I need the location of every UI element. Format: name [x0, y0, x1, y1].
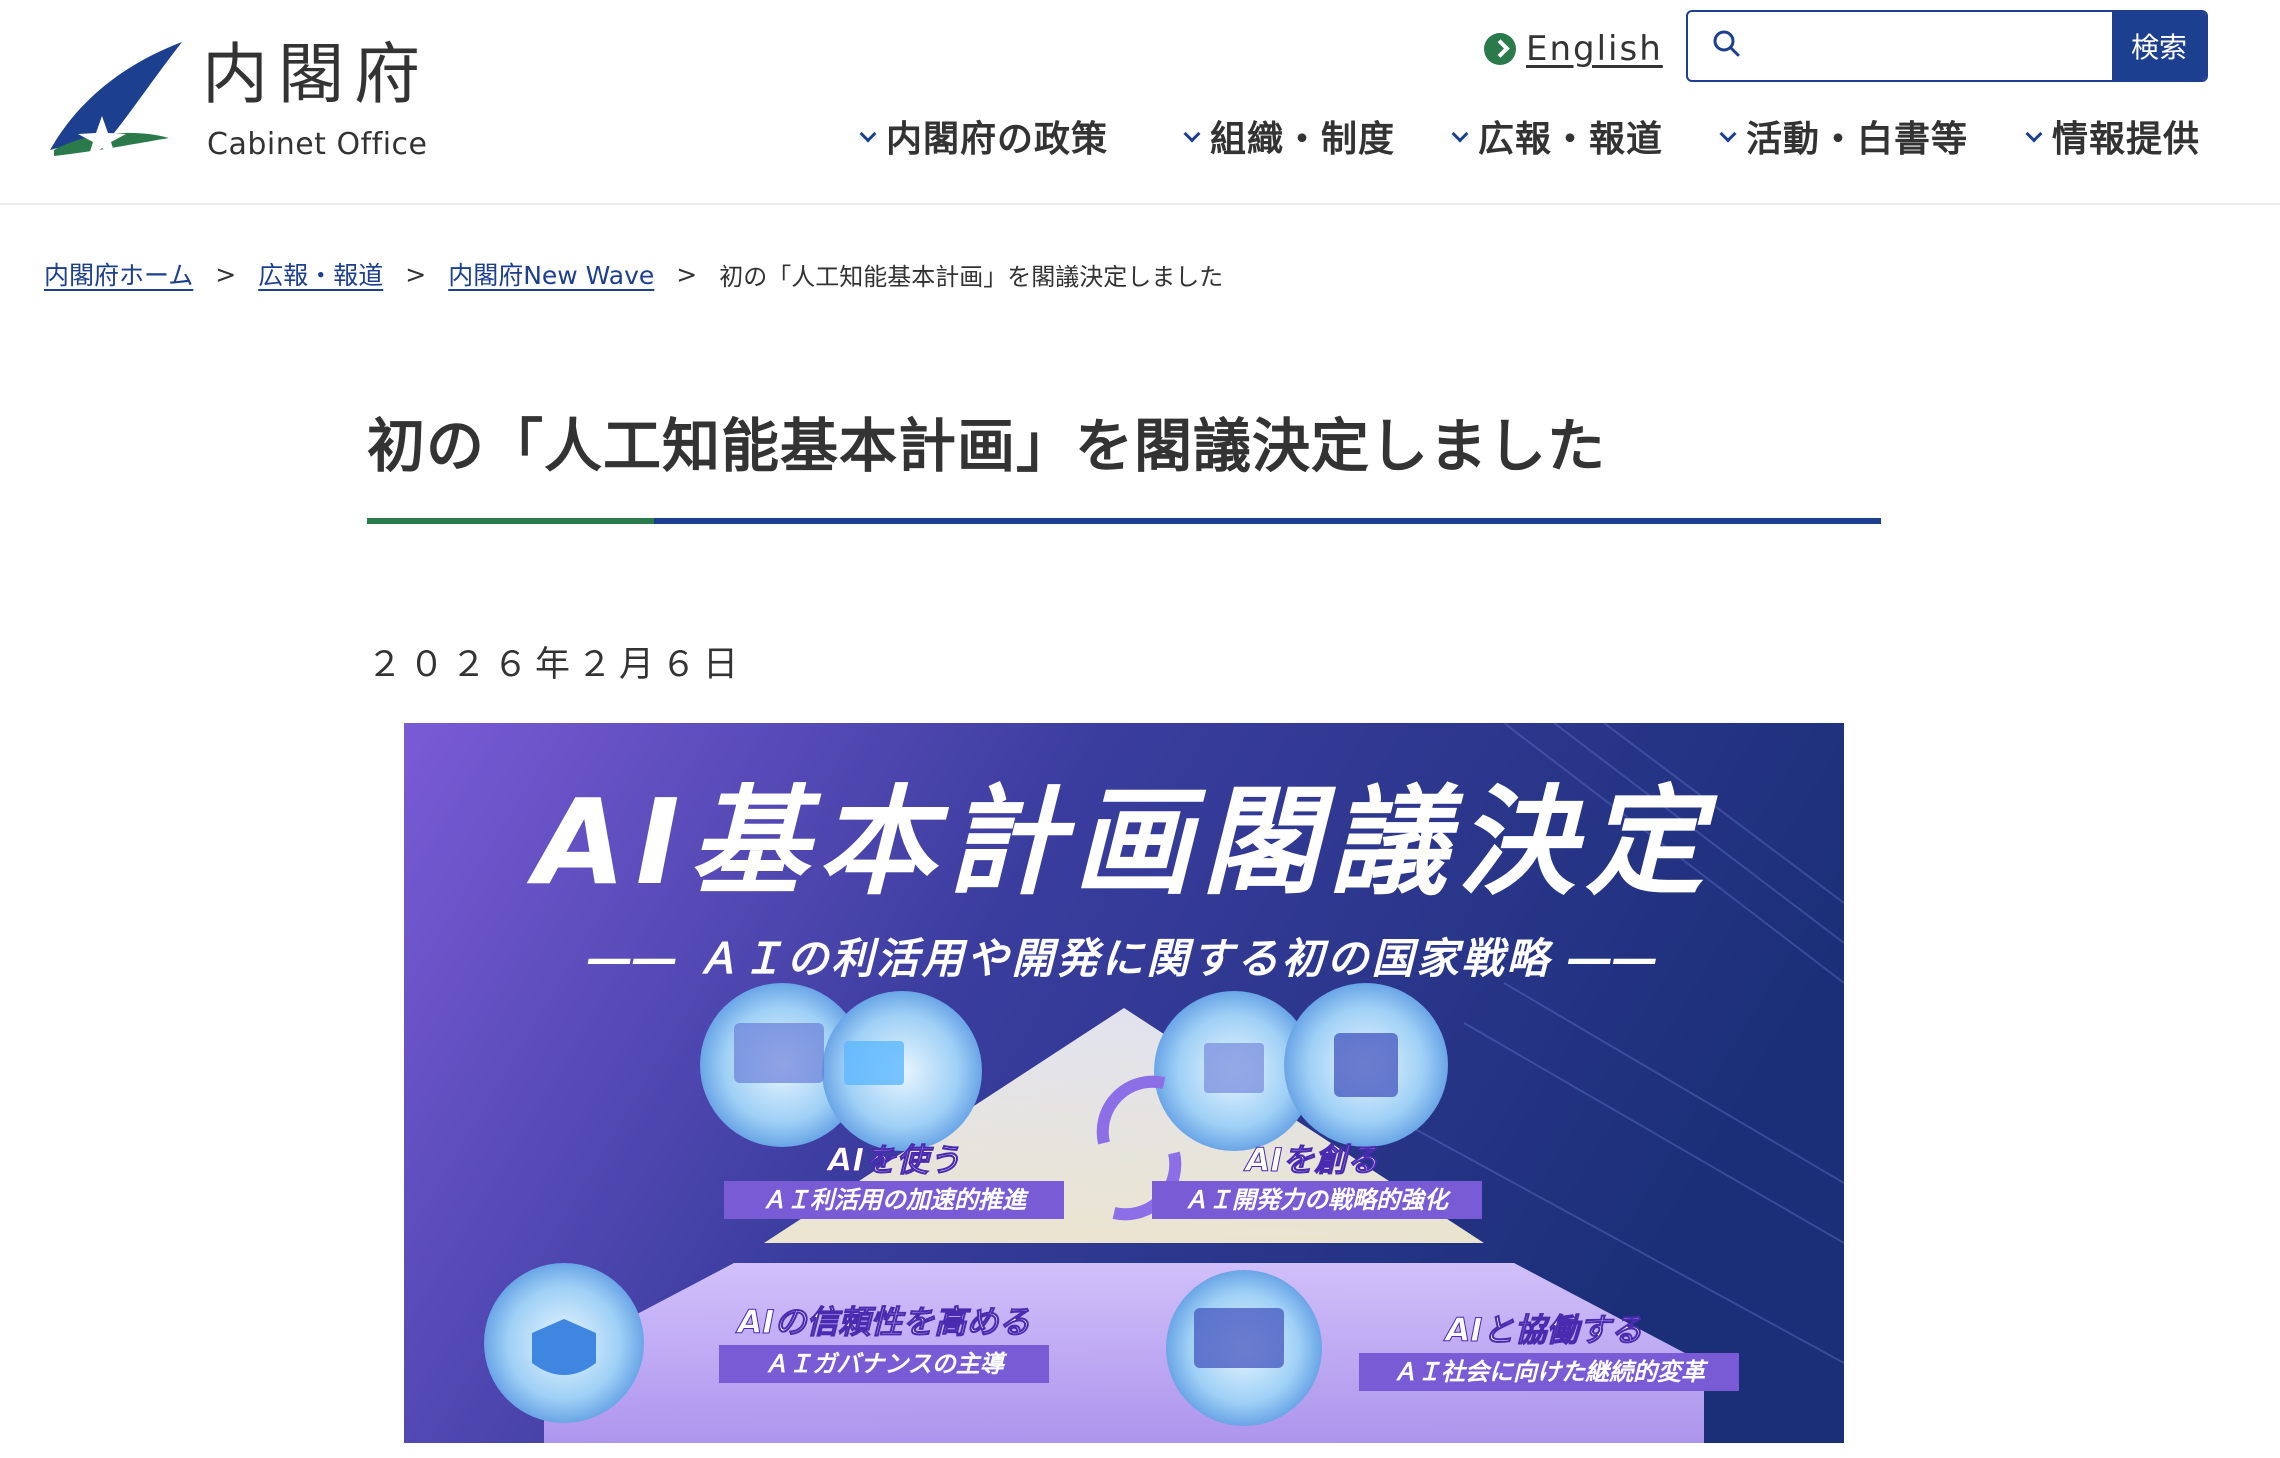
pillar-title: AIの信頼性を高める	[735, 1303, 1031, 1341]
nav-activities[interactable]: 活動・白書等	[1718, 110, 1968, 162]
chip-icon	[1334, 1033, 1398, 1097]
banner-headline: AI基本計画閣議決定	[526, 773, 1718, 911]
title-underline	[367, 518, 1881, 524]
chevron-down-icon	[1182, 126, 1202, 146]
pillar-caption: ＡＩ開発力の戦略的強化	[1184, 1186, 1452, 1214]
banner-subtitle: ―― ＡＩの利活用や開発に関する初の国家戦略 ――	[587, 934, 1659, 983]
pillar-caption: ＡＩ利活用の加速的推進	[762, 1186, 1029, 1214]
dashboard-icon	[734, 1023, 824, 1083]
site-header: 内閣府 Cabinet Office English 検索 内閣府の政策 組織・…	[0, 0, 2280, 205]
breadcrumb-press[interactable]: 広報・報道	[258, 256, 383, 292]
breadcrumb-new-wave[interactable]: 内閣府New Wave	[448, 256, 654, 292]
pillar-title: AIを使う	[825, 1141, 961, 1179]
chevron-down-icon	[2024, 126, 2044, 146]
publish-date: ２０２６年２月６日	[367, 645, 746, 685]
english-link-label: English	[1526, 29, 1663, 69]
chevron-down-icon	[858, 126, 878, 146]
logo-jp-text: 内閣府	[202, 36, 430, 113]
breadcrumb-current: 初の「人工知能基本計画」を閣議決定しました	[719, 262, 1224, 291]
site-search: 検索	[1686, 10, 2208, 82]
banner-illustration: AI基本計画閣議決定 ―― ＡＩの利活用や開発に関する初の国家戦略 ―― AIを…	[404, 723, 1844, 1443]
breadcrumb-separator: >	[405, 259, 427, 289]
search-button[interactable]: 検索	[2112, 12, 2206, 80]
workspace-icon	[1194, 1308, 1284, 1368]
nav-label: 活動・白書等	[1746, 119, 1969, 160]
ai-plan-banner: AI基本計画閣議決定 ―― ＡＩの利活用や開発に関する初の国家戦略 ―― AIを…	[404, 723, 1844, 1443]
english-link[interactable]: English	[1484, 28, 1663, 70]
search-input[interactable]	[1758, 12, 2062, 80]
pillar-caption: ＡＩガバナンスの主導	[764, 1350, 1008, 1378]
nav-information[interactable]: 情報提供	[2024, 110, 2200, 162]
nav-press[interactable]: 広報・報道	[1450, 110, 1663, 162]
pillar-caption: ＡＩ社会に向けた継続的変革	[1393, 1358, 1709, 1386]
nav-label: 広報・報道	[1478, 119, 1664, 160]
nav-label: 内閣府の政策	[886, 119, 1109, 160]
pillar-title: AIと協働する	[1443, 1311, 1643, 1349]
chevron-down-icon	[1450, 126, 1470, 146]
arrow-circle-icon	[1484, 33, 1516, 65]
nav-label: 組織・制度	[1210, 119, 1396, 160]
page-title: 初の「人工知能基本計画」を閣議決定しました	[367, 412, 1607, 480]
breadcrumb-separator: >	[215, 259, 237, 289]
global-nav: 内閣府の政策 組織・制度 広報・報道 活動・白書等 情報提供	[0, 110, 2280, 170]
breadcrumb-home[interactable]: 内閣府ホーム	[44, 256, 193, 292]
nav-policies[interactable]: 内閣府の政策	[858, 110, 1108, 162]
nav-organization[interactable]: 組織・制度	[1182, 110, 1395, 162]
breadcrumb: 内閣府ホーム > 広報・報道 > 内閣府New Wave > 初の「人工知能基本…	[44, 256, 1223, 292]
nav-label: 情報提供	[2052, 119, 2201, 160]
chevron-down-icon	[1718, 126, 1738, 146]
pillar-title: AIを創る	[1243, 1141, 1379, 1179]
app-grid-icon	[844, 1041, 904, 1085]
breadcrumb-separator: >	[676, 259, 698, 289]
server-icon	[1204, 1043, 1264, 1093]
search-icon	[1713, 30, 1740, 57]
